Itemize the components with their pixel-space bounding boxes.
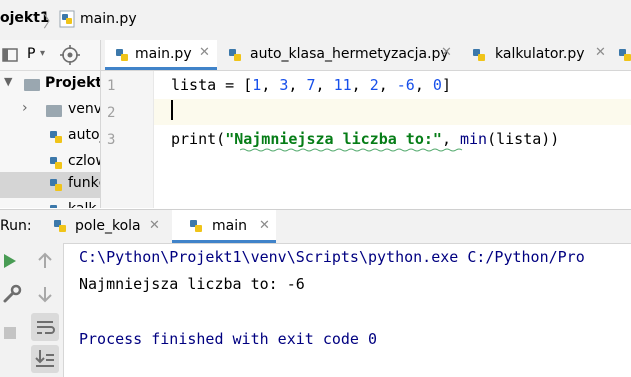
code-token: ] [441,76,451,94]
spellcheck-squiggle [240,148,463,152]
tree-item-venv[interactable]: › venv [0,98,100,124]
code-token: , [261,76,280,94]
number-token: 1 [252,76,262,94]
python-file-icon [50,157,62,169]
console-line-output: Najmniejsza liczba to: -6 [79,275,305,293]
current-line-highlight [154,99,631,125]
run-tool-window-header: Run: pole_kola ✕ main ✕ [0,209,631,244]
locate-target-icon[interactable] [60,45,80,65]
chevron-down-icon[interactable]: ▾ [40,48,45,59]
run-tab-main[interactable]: main ✕ [172,210,276,243]
python-run-icon [190,220,202,232]
tab-label: auto_klasa_hermetyzacja.py [250,46,449,62]
python-file-icon [59,10,75,28]
line-number: 3 [107,132,116,148]
tab-auto-klasa[interactable]: auto_klasa_hermetyzacja.py ✕ [223,40,457,70]
text-caret [171,100,173,120]
close-icon[interactable]: ✕ [595,45,606,60]
function-token: min [460,130,488,148]
tree-item-project-root[interactable]: ▼ Projekt1 [0,72,100,98]
tree-item-label: Projekt1 [45,75,100,91]
code-token: , [351,76,370,94]
folder-icon [46,105,62,117]
code-token: , [378,76,397,94]
code-line-1[interactable]: lista = [1, 3, 7, 11, 2, -6, 0] [171,76,451,94]
wrench-icon[interactable] [0,281,26,307]
code-token: (lista)) [487,130,560,148]
python-run-icon [54,220,66,232]
tree-item-label: auto_ [68,127,100,143]
number-token: 0 [432,76,442,94]
run-tab-label: pole_kola [75,218,141,234]
number-token: -6 [396,76,415,94]
run-tab-pole-kola[interactable]: pole_kola ✕ [48,210,166,243]
gutter-divider [153,71,154,208]
line-number: 2 [107,105,116,121]
code-token: , [441,130,460,148]
close-icon[interactable]: ✕ [149,218,160,233]
chevron-right-icon[interactable]: › [22,100,28,116]
tab-kalkulator[interactable]: kalkulator.py ✕ [467,40,617,70]
close-icon[interactable]: ✕ [441,45,452,60]
project-panel: P ▾ ▼ Projekt1 › venv auto_ czlow [0,40,101,208]
arrow-down-icon[interactable] [33,281,59,307]
console-line-exit: Process finished with exit code 0 [79,330,378,348]
close-icon[interactable]: ✕ [259,218,270,233]
tree-item-file-selected[interactable]: funkc [0,172,100,198]
code-token: , [315,76,334,94]
tree-item-label: czlow [68,153,100,169]
close-icon[interactable]: ✕ [199,45,210,60]
code-token: print( [171,130,226,148]
python-file-icon [116,49,128,61]
python-file-icon [619,49,631,61]
run-tab-label: main [212,218,247,234]
python-file-icon [473,49,485,61]
python-file-icon [229,49,241,61]
run-label: Run: [0,218,32,234]
scroll-to-end-icon [35,350,54,367]
rerun-icon[interactable] [0,248,26,274]
python-file-icon [50,179,62,191]
folder-icon [24,79,40,91]
tree-item-label: venv [68,101,100,117]
tree-item-label: funkc [68,175,100,191]
line-number-gutter: 1 2 3 [101,71,153,208]
number-token: 2 [369,76,379,94]
console-line-command: C:\Python\Projekt1\venv\Scripts\python.e… [79,248,585,266]
line-number: 1 [107,78,116,94]
tab-main-py[interactable]: main.py ✕ [105,40,217,70]
run-toolbar [0,243,64,377]
code-token: , [288,76,307,94]
scroll-to-end-button[interactable] [31,345,59,373]
tab-label: main.py [135,46,192,62]
arrow-up-icon[interactable] [33,248,59,274]
project-view-icon[interactable] [2,47,18,63]
number-token: 11 [333,76,352,94]
editor-tabs: main.py ✕ auto_klasa_hermetyzacja.py ✕ k… [101,40,631,71]
project-view-label[interactable]: P [27,46,35,62]
code-token: , [414,76,433,94]
code-line-3[interactable]: print("Najmniejsza liczba to:", min(list… [171,130,559,148]
python-file-icon [50,131,62,143]
tab-label: kalkulator.py [495,46,585,62]
breadcrumb-separator: 〉 [43,12,60,31]
tree-item-file[interactable]: auto_ [0,124,100,150]
code-token: lista = [ [171,76,253,94]
tree-item-file[interactable]: kalk [0,198,100,208]
soft-wrap-button[interactable] [31,313,59,341]
string-token: "Najmniejsza liczba to:" [225,130,442,148]
stop-icon[interactable] [0,320,26,346]
breadcrumb-file[interactable]: main.py [80,11,137,27]
number-token: 7 [306,76,316,94]
python-file-icon [50,205,57,208]
chevron-down-icon[interactable]: ▼ [4,75,12,88]
tree-item-label: kalk [68,201,96,208]
navigation-bar: ojekt1 〉 main.py [0,0,631,41]
soft-wrap-icon [37,321,55,334]
project-toolbar: P ▾ [0,40,100,71]
